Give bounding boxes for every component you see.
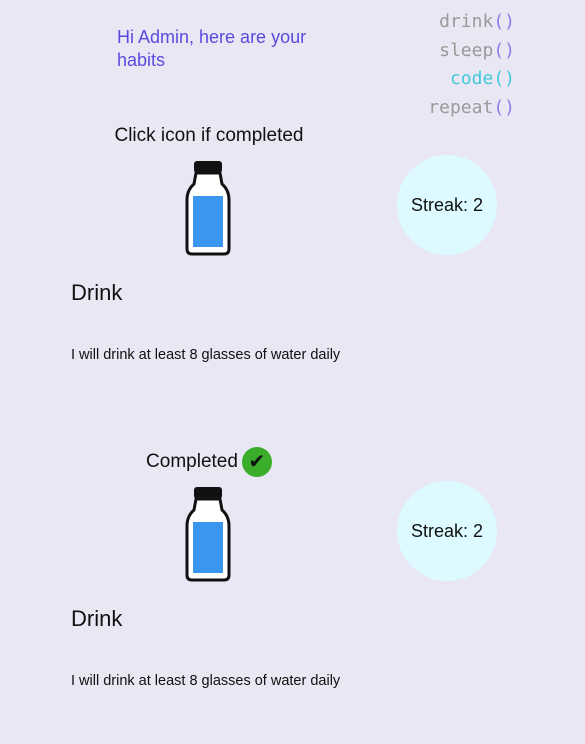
water-bottle-icon[interactable] <box>184 160 232 256</box>
logo-word: repeat <box>428 96 494 118</box>
status-text: Click icon if completed <box>114 125 304 146</box>
logo-parens: () <box>493 11 515 32</box>
habit-title: Drink <box>71 280 123 305</box>
habit-status: Click icon if completed <box>0 118 418 154</box>
logo-word: code <box>449 68 494 89</box>
app-logo: drink() sleep() code() repeat() <box>428 8 515 122</box>
habit-status: Completed ✔ <box>0 444 418 480</box>
water-bottle-icon[interactable] <box>184 486 232 582</box>
logo-line-drink: drink() <box>428 8 515 37</box>
checkmark-icon: ✔ <box>241 447 272 477</box>
habit-card: Completed ✔ Streak: 2 Drink I will drink… <box>0 444 585 744</box>
logo-parens: () <box>493 96 515 118</box>
streak-badge: Streak: 2 <box>397 155 497 255</box>
logo-line-sleep: sleep() <box>428 37 515 66</box>
logo-word: sleep <box>439 39 494 61</box>
habit-card: Click icon if completed Streak: 2 Drink … <box>0 118 585 418</box>
logo-parens: () <box>493 39 515 61</box>
logo-line-code: code() <box>428 65 515 94</box>
habit-title: Drink <box>71 606 123 631</box>
logo-word: drink <box>439 11 494 32</box>
habit-description: I will drink at least 8 glasses of water… <box>71 673 341 689</box>
status-text: Completed <box>146 451 238 472</box>
habit-description: I will drink at least 8 glasses of water… <box>71 347 341 363</box>
streak-badge: Streak: 2 <box>397 481 497 581</box>
greeting-text: Hi Admin, here are your habits <box>117 27 307 70</box>
logo-parens: () <box>493 68 515 89</box>
